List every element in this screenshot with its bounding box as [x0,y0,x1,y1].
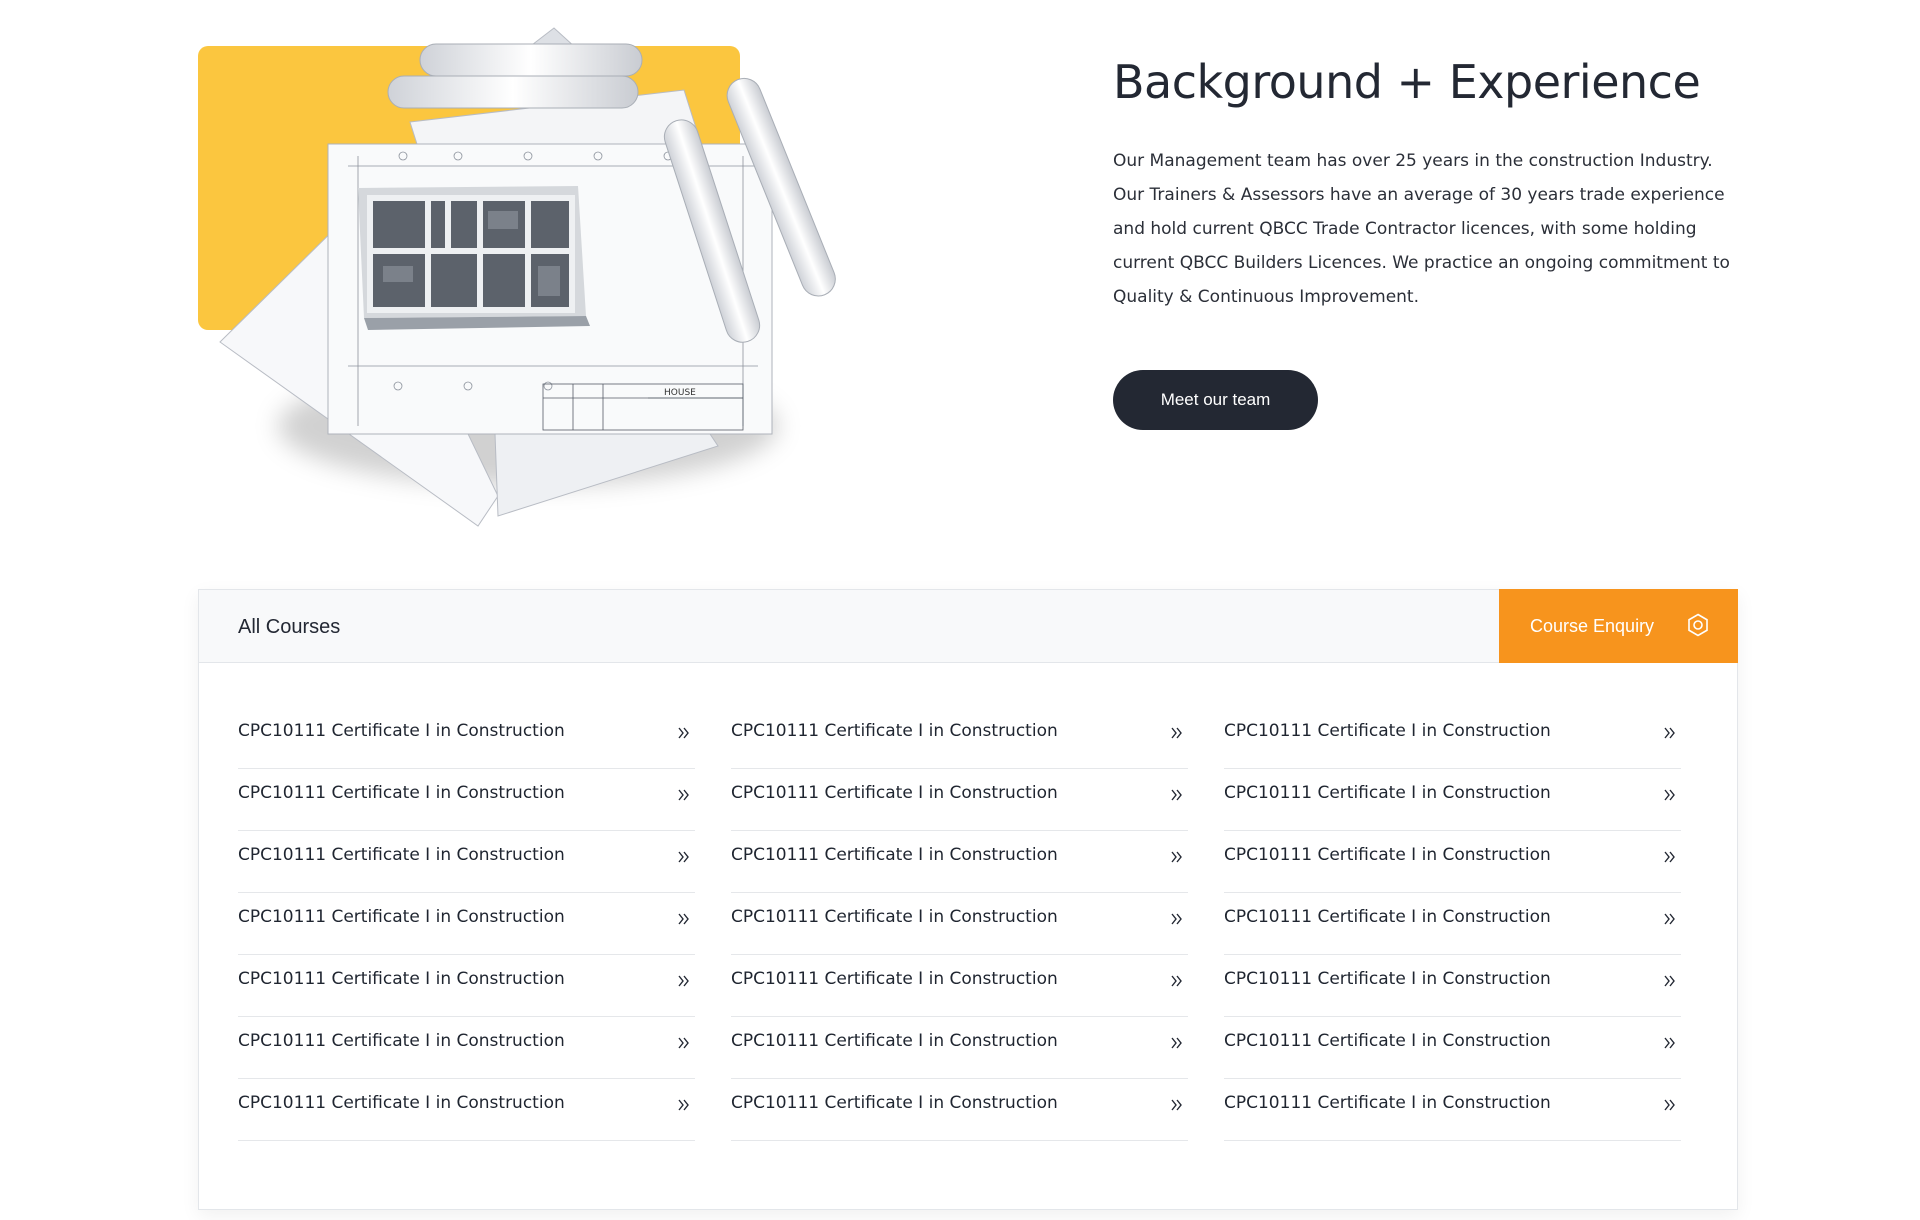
course-label: CPC10111 Certificate I in Construction [731,1092,1058,1113]
double-chevron-right-icon [1171,913,1182,925]
course-column-3: CPC10111 Certificate I in Construction C… [1224,707,1681,1141]
double-chevron-right-icon [1664,851,1675,863]
course-label: CPC10111 Certificate I in Construction [731,844,1058,865]
hero-description: Our Management team has over 25 years in… [1113,151,1730,308]
course-enquiry-button[interactable]: Course Enquiry [1499,589,1738,663]
course-label: CPC10111 Certificate I in Construction [1224,844,1551,865]
course-item[interactable]: CPC10111 Certificate I in Construction [731,769,1188,831]
course-label: CPC10111 Certificate I in Construction [1224,1030,1551,1051]
double-chevron-right-icon [1171,789,1182,801]
course-item[interactable]: CPC10111 Certificate I in Construction [1224,893,1681,955]
blueprint-label: HOUSE [664,388,696,398]
course-label: CPC10111 Certificate I in Construction [238,720,565,741]
course-label: CPC10111 Certificate I in Construction [1224,720,1551,741]
double-chevron-right-icon [1171,1037,1182,1049]
double-chevron-right-icon [1171,975,1182,987]
course-label: CPC10111 Certificate I in Construction [238,906,565,927]
hero-text: Background + Experience Our Management t… [1113,55,1743,430]
page: HOUSE Background + Experience Our Manage… [0,0,1920,1220]
course-enquiry-label: Course Enquiry [1530,615,1655,636]
course-item[interactable]: CPC10111 Certificate I in Construction [731,1079,1188,1141]
course-label: CPC10111 Certificate I in Construction [1224,968,1551,989]
double-chevron-right-icon [1171,851,1182,863]
double-chevron-right-icon [1664,975,1675,987]
course-item[interactable]: CPC10111 Certificate I in Construction [1224,1079,1681,1141]
course-label: CPC10111 Certificate I in Construction [238,844,565,865]
course-label: CPC10111 Certificate I in Construction [731,720,1058,741]
course-label: CPC10111 Certificate I in Construction [1224,906,1551,927]
gear-icon [1688,613,1708,637]
course-list: CPC10111 Certificate I in Construction C… [238,707,1681,1141]
meet-our-team-button[interactable]: Meet our team [1113,370,1318,430]
blueprint-illustration: HOUSE [219,27,836,527]
double-chevron-right-icon [1171,1099,1182,1111]
course-item[interactable]: CPC10111 Certificate I in Construction [1224,769,1681,831]
double-chevron-right-icon [678,727,689,739]
double-chevron-right-icon [1664,789,1675,801]
double-chevron-right-icon [678,913,689,925]
course-item[interactable]: CPC10111 Certificate I in Construction [238,831,695,893]
double-chevron-right-icon [678,975,689,987]
course-label: CPC10111 Certificate I in Construction [731,1030,1058,1051]
double-chevron-right-icon [678,1099,689,1111]
double-chevron-right-icon [1664,913,1675,925]
course-item[interactable]: CPC10111 Certificate I in Construction [731,831,1188,893]
course-item[interactable]: CPC10111 Certificate I in Construction [238,955,695,1017]
double-chevron-right-icon [1664,1099,1675,1111]
double-chevron-right-icon [678,1037,689,1049]
course-label: CPC10111 Certificate I in Construction [238,1030,565,1051]
course-item[interactable]: CPC10111 Certificate I in Construction [238,707,695,769]
course-item[interactable]: CPC10111 Certificate I in Construction [238,1017,695,1079]
course-item[interactable]: CPC10111 Certificate I in Construction [731,1017,1188,1079]
all-courses-title: All Courses [238,616,341,638]
course-label: CPC10111 Certificate I in Construction [1224,1092,1551,1113]
course-item[interactable]: CPC10111 Certificate I in Construction [238,893,695,955]
course-label: CPC10111 Certificate I in Construction [238,968,565,989]
course-label: CPC10111 Certificate I in Construction [1224,782,1551,803]
course-label: CPC10111 Certificate I in Construction [731,782,1058,803]
course-label: CPC10111 Certificate I in Construction [238,1092,565,1113]
courses-panel-header: All Courses Course Enquiry [199,589,1738,663]
course-item[interactable]: CPC10111 Certificate I in Construction [1224,1017,1681,1079]
hero-image: HOUSE [198,26,838,536]
hero-title: Background + Experience [1113,55,1701,109]
course-label: CPC10111 Certificate I in Construction [731,968,1058,989]
course-item[interactable]: CPC10111 Certificate I in Construction [1224,831,1681,893]
course-label: CPC10111 Certificate I in Construction [238,782,565,803]
course-item[interactable]: CPC10111 Certificate I in Construction [731,893,1188,955]
course-item[interactable]: CPC10111 Certificate I in Construction [1224,707,1681,769]
course-item[interactable]: CPC10111 Certificate I in Construction [731,955,1188,1017]
double-chevron-right-icon [678,851,689,863]
course-label: CPC10111 Certificate I in Construction [731,906,1058,927]
double-chevron-right-icon [678,789,689,801]
double-chevron-right-icon [1664,727,1675,739]
course-column-1: CPC10111 Certificate I in Construction C… [238,707,695,1141]
course-item[interactable]: CPC10111 Certificate I in Construction [238,769,695,831]
course-column-2: CPC10111 Certificate I in Construction C… [731,707,1188,1141]
courses-panel: All Courses Course Enquiry CPC10111 Cert… [198,589,1738,1210]
course-item[interactable]: CPC10111 Certificate I in Construction [731,707,1188,769]
double-chevron-right-icon [1171,727,1182,739]
double-chevron-right-icon [1664,1037,1675,1049]
course-item[interactable]: CPC10111 Certificate I in Construction [238,1079,695,1141]
course-item[interactable]: CPC10111 Certificate I in Construction [1224,955,1681,1017]
